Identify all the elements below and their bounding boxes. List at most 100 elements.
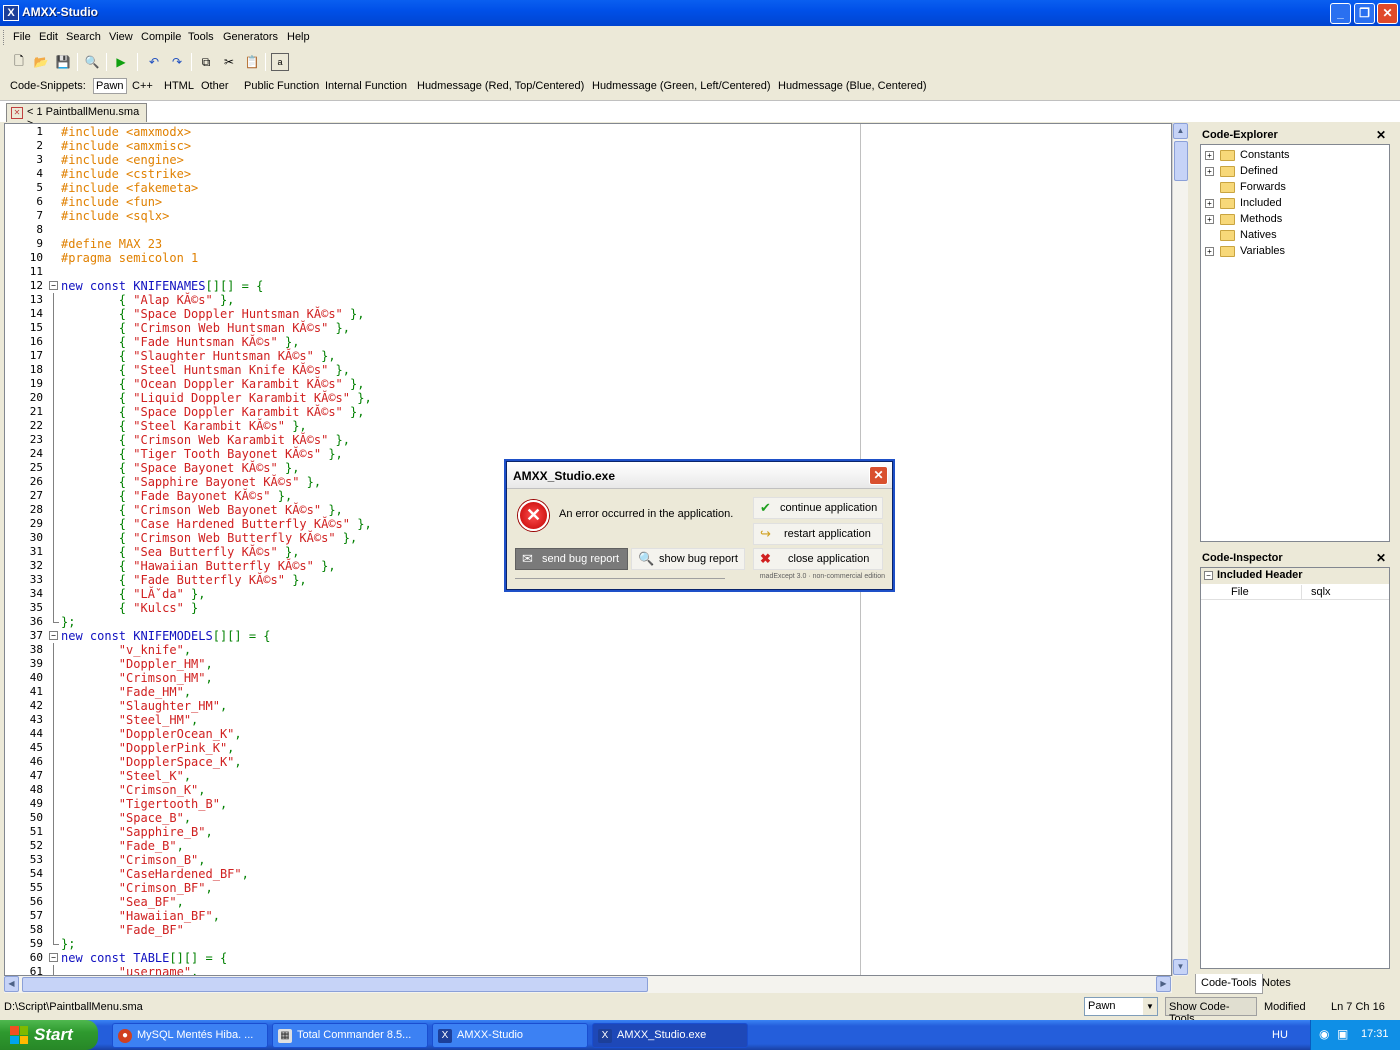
tree-item-methods[interactable]: + Methods: [1201, 211, 1389, 227]
close-icon[interactable]: ✕: [1376, 128, 1386, 142]
code-line[interactable]: 56 "Sea_BF",: [5, 895, 1171, 909]
code-line[interactable]: 37− new const KNIFEMODELS[][] = {: [5, 629, 1171, 643]
snippet-cpp[interactable]: C++: [132, 80, 153, 92]
menu-search[interactable]: Search: [66, 31, 101, 43]
code-line[interactable]: 21 { "Space Doppler Karambit KĂ©s" },: [5, 405, 1171, 419]
code-line[interactable]: 35 { "Kulcs" }: [5, 601, 1171, 615]
code-explorer-tree[interactable]: + Constants + Defined Forwards + Included + Meth…: [1200, 144, 1390, 542]
menu-edit[interactable]: Edit: [39, 31, 58, 43]
snippet-hud-red[interactable]: Hudmessage (Red, Top/Centered): [417, 80, 584, 92]
menu-tools[interactable]: Tools: [188, 31, 214, 43]
code-line[interactable]: 3 #include <engine>: [5, 153, 1171, 167]
code-line[interactable]: 58 "Fade_BF": [5, 923, 1171, 937]
menu-file[interactable]: File: [13, 31, 31, 43]
code-line[interactable]: 10 #pragma semicolon 1: [5, 251, 1171, 265]
menu-grip[interactable]: [3, 30, 6, 45]
menu-compile[interactable]: Compile: [141, 31, 181, 43]
code-line[interactable]: 57 "Hawaiian_BF",: [5, 909, 1171, 923]
tree-item-defined[interactable]: + Defined: [1201, 163, 1389, 179]
code-line[interactable]: 6 #include <fun>: [5, 195, 1171, 209]
code-line[interactable]: 54 "CaseHardened_BF",: [5, 867, 1171, 881]
inspector-row[interactable]: File sqlx: [1201, 585, 1389, 600]
task-amxx-studio-exe[interactable]: X AMXX_Studio.exe: [592, 1023, 748, 1048]
code-line[interactable]: 5 #include <fakemeta>: [5, 181, 1171, 195]
monitor-icon[interactable]: ▣: [1337, 1027, 1348, 1041]
compile-run-icon[interactable]: ▶: [112, 53, 130, 71]
expand-icon[interactable]: +: [1205, 151, 1214, 160]
code-line[interactable]: 19 { "Ocean Doppler Karambit KĂ©s" },: [5, 377, 1171, 391]
code-line[interactable]: 4 #include <cstrike>: [5, 167, 1171, 181]
menu-generators[interactable]: Generators: [223, 31, 278, 43]
tree-item-variables[interactable]: + Variables: [1201, 243, 1389, 259]
code-line[interactable]: 18 { "Steel Huntsman Knife KĂ©s" },: [5, 363, 1171, 377]
copy-icon[interactable]: ⧉: [197, 53, 215, 71]
code-line[interactable]: 12− new const KNIFENAMES[][] = {: [5, 279, 1171, 293]
collapse-icon[interactable]: −: [1204, 571, 1213, 580]
snippet-internal-function[interactable]: Internal Function: [325, 80, 407, 92]
new-file-icon[interactable]: 🗋: [10, 53, 28, 71]
file-close-icon[interactable]: ✕: [11, 107, 23, 119]
code-line[interactable]: 22 { "Steel Karambit KĂ©s" },: [5, 419, 1171, 433]
code-line[interactable]: 9 #define MAX 23: [5, 237, 1171, 251]
snippet-pawn[interactable]: Pawn: [93, 78, 127, 94]
code-line[interactable]: 13 { "Alap KĂ©s" },: [5, 293, 1171, 307]
code-line[interactable]: 49 "Tigertooth_B",: [5, 797, 1171, 811]
code-line[interactable]: 36};: [5, 615, 1171, 629]
code-line[interactable]: 23 { "Crimson Web Karambit KĂ©s" },: [5, 433, 1171, 447]
fold-toggle-icon[interactable]: −: [49, 631, 58, 640]
code-line[interactable]: 20 { "Liquid Doppler Karambit KĂ©s" },: [5, 391, 1171, 405]
code-line[interactable]: 51 "Sapphire_B",: [5, 825, 1171, 839]
snippet-hud-blue[interactable]: Hudmessage (Blue, Centered): [778, 80, 927, 92]
tab-notes[interactable]: Notes: [1257, 974, 1296, 994]
menu-view[interactable]: View: [109, 31, 133, 43]
chevron-down-icon[interactable]: ▼: [1143, 998, 1157, 1015]
close-icon[interactable]: ✕: [1376, 551, 1386, 565]
code-line[interactable]: 7 #include <sqlx>: [5, 209, 1171, 223]
code-line[interactable]: 17 { "Slaughter Huntsman KĂ©s" },: [5, 349, 1171, 363]
tree-item-included[interactable]: + Included: [1201, 195, 1389, 211]
paste-icon[interactable]: 📋: [243, 53, 261, 71]
select-all-icon[interactable]: a: [271, 53, 289, 71]
vertical-scroll-thumb[interactable]: [1174, 141, 1188, 181]
tab-paintballmenu[interactable]: ✕ < 1 PaintballMenu.sma >: [6, 103, 147, 130]
code-line[interactable]: 47 "Steel_K",: [5, 769, 1171, 783]
expand-icon[interactable]: +: [1205, 215, 1214, 224]
scroll-up-icon[interactable]: ▲: [1173, 123, 1188, 139]
maximize-button[interactable]: ❐: [1354, 3, 1375, 24]
close-application-button[interactable]: ✖ close application: [753, 548, 883, 570]
code-line[interactable]: 61 "username",: [5, 965, 1171, 975]
editor-vertical-scrollbar[interactable]: ▲ ▼: [1172, 123, 1188, 976]
tree-item-natives[interactable]: Natives: [1201, 227, 1389, 243]
task-total-commander[interactable]: ▦ Total Commander 8.5...: [272, 1023, 428, 1048]
snippet-public-function[interactable]: Public Function: [244, 80, 319, 92]
code-line[interactable]: 53 "Crimson_B",: [5, 853, 1171, 867]
steam-icon[interactable]: ◉: [1319, 1027, 1329, 1041]
language-indicator[interactable]: HU: [1272, 1029, 1288, 1041]
code-line[interactable]: 50 "Space_B",: [5, 811, 1171, 825]
tree-item-constants[interactable]: + Constants: [1201, 147, 1389, 163]
code-line[interactable]: 43 "Steel_HM",: [5, 713, 1171, 727]
fold-toggle-icon[interactable]: −: [49, 953, 58, 962]
code-line[interactable]: 16 { "Fade Huntsman KĂ©s" },: [5, 335, 1171, 349]
show-code-tools-button[interactable]: Show Code-Tools: [1165, 997, 1257, 1025]
code-line[interactable]: 1 #include <amxmodx>: [5, 125, 1171, 139]
language-select[interactable]: Pawn ▼: [1084, 997, 1158, 1016]
code-line[interactable]: 24 { "Tiger Tooth Bayonet KĂ©s" },: [5, 447, 1171, 461]
expand-icon[interactable]: +: [1205, 199, 1214, 208]
code-line[interactable]: 45 "DopplerPink_K",: [5, 741, 1171, 755]
code-line[interactable]: 11: [5, 265, 1171, 279]
scroll-down-icon[interactable]: ▼: [1173, 959, 1188, 975]
expand-icon[interactable]: +: [1205, 167, 1214, 176]
code-line[interactable]: 55 "Crimson_BF",: [5, 881, 1171, 895]
code-line[interactable]: 42 "Slaughter_HM",: [5, 699, 1171, 713]
open-folder-icon[interactable]: 📂: [32, 53, 50, 71]
code-line[interactable]: 14 { "Space Doppler Huntsman KĂ©s" },: [5, 307, 1171, 321]
fold-toggle-icon[interactable]: −: [49, 281, 58, 290]
inspector-group-included-header[interactable]: − Included Header: [1201, 568, 1389, 584]
snippet-html[interactable]: HTML: [164, 80, 194, 92]
menu-help[interactable]: Help: [287, 31, 310, 43]
code-line[interactable]: 2 #include <amxmisc>: [5, 139, 1171, 153]
task-mysql[interactable]: ● MySQL Mentés Hiba. ...: [112, 1023, 268, 1048]
dialog-close-button[interactable]: ✕: [869, 466, 888, 485]
show-bug-report-button[interactable]: 🔍 show bug report: [631, 548, 745, 570]
